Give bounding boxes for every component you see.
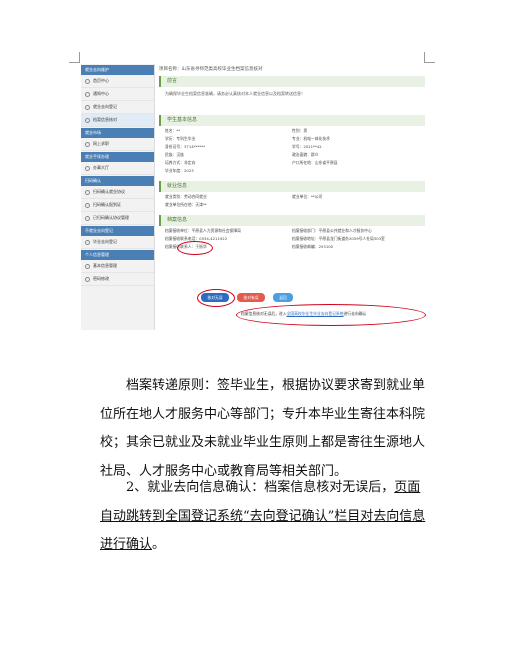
section-header-employment: 就业信息 [159, 181, 425, 192]
sidebar-item[interactable]: 基本信息管理 [81, 260, 154, 273]
info-field: 学历：专科生毕业 [165, 136, 196, 141]
info-field: 就业类别：劳动合同就业 [165, 194, 207, 199]
qr-icon [85, 215, 90, 221]
paragraph-confirmation: 2、就业去向信息确认：档案信息核对无误后，页面自动跳转到全国登记系统“去向登记确… [100, 474, 430, 560]
error-button[interactable]: 核对有误 [237, 293, 265, 302]
info-field: 就业单位：**公司 [292, 194, 323, 199]
sidebar-item[interactable]: 首页中心 [81, 75, 154, 88]
info-field: 性别：男 [292, 128, 308, 133]
sidebar-item-label: 办事大厅 [93, 165, 109, 170]
sidebar-item-label: 已扫码确认协议管理 [93, 215, 129, 220]
sidebar: 就业去向维护 首页中心 通知中心 就业去向登记 档案信息核对 就业市场 网上求职… [81, 64, 155, 330]
sidebar-item-label: 档案信息核对 [93, 117, 117, 122]
sidebar-item[interactable]: 就业去向登记 [81, 101, 154, 114]
preface-text: 为确保毕业生档案信息准确，请务必认真核对本人就业信息以及档案转送信息！ [165, 91, 305, 96]
sidebar-item[interactable]: 毕业去向登记 [81, 236, 154, 249]
sidebar-section-title: 个人信息管理 [81, 250, 154, 260]
job-icon [85, 141, 90, 147]
back-button[interactable]: 返回 [273, 293, 293, 302]
lock-icon [85, 276, 90, 282]
home-icon [85, 78, 90, 84]
sidebar-item[interactable]: 已扫码确认协议管理 [81, 212, 154, 225]
info-field: 毕业年度：2023 [165, 168, 194, 173]
qr-icon [85, 202, 90, 208]
sidebar-item-label: 网上求职 [93, 141, 109, 146]
annotation-circle [177, 241, 213, 255]
sidebar-section-title: 就业手续办理 [81, 152, 154, 162]
sidebar-section-title: 就业去向维护 [81, 65, 154, 75]
info-field: 档案接收邮编：253100 [292, 244, 334, 249]
annotation-circle [197, 289, 235, 307]
sidebar-item-label: 首页中心 [93, 78, 109, 83]
register-icon [85, 239, 90, 245]
sidebar-item-label: 扫码确认就业协议 [93, 189, 125, 194]
annotation-circle [236, 304, 426, 326]
sidebar-item-label: 就业去向登记 [93, 104, 117, 109]
page-corner-mark [69, 52, 80, 63]
info-field: 户口所在地：山东省平原县 [292, 160, 338, 165]
info-field: 学号：2021**42 [292, 144, 322, 149]
sidebar-item[interactable]: 通知中心 [81, 88, 154, 101]
check-icon [85, 117, 90, 123]
sidebar-item[interactable]: 办事大厅 [81, 162, 154, 175]
sidebar-item[interactable]: 扫码确认就业协议 [81, 186, 154, 199]
sidebar-item[interactable]: 扫码确认报到证 [81, 199, 154, 212]
edit-icon [85, 104, 90, 110]
employment-info-grid: 就业类别：劳动合同就业 就业单位：**公司 就业单位所在地：天津** [159, 192, 425, 209]
paragraph-archive-rules: 档案转递原则：签毕业生，根据协议要求寄到就业单位所在地人才服务中心等部门；专升本… [100, 378, 426, 479]
info-field [292, 202, 419, 207]
section-header-preface: 前言 [159, 76, 425, 87]
embedded-screenshot: 就业去向维护 首页中心 通知中心 就业去向登记 档案信息核对 就业市场 网上求职… [81, 64, 428, 330]
paragraph-text: 。 [152, 537, 166, 552]
sidebar-item-label: 通知中心 [93, 91, 109, 96]
info-field: 档案接收单位：平原县人力资源和社会保障局 [165, 228, 241, 233]
info-field: 就业单位所在地：天津** [165, 202, 207, 207]
section-header-archive: 档案信息 [159, 215, 425, 226]
info-field: 姓名：** [165, 128, 181, 133]
info-field: 培养方式：非定向 [165, 160, 196, 165]
sidebar-item-label: 毕业去向登记 [93, 239, 117, 244]
bell-icon [85, 91, 90, 97]
sidebar-item-label: 扫码确认报到证 [93, 202, 121, 207]
info-field: 档案接收部门：平原县公共就业和人才服务中心 [292, 228, 372, 233]
sidebar-item[interactable]: 密码修改 [81, 273, 154, 286]
main-panel: 项目名称：山东省寻师范类高校毕业生档案信息核对 前言 为确保毕业生档案信息准确，… [159, 64, 425, 330]
info-field: 档案接收地址：平原县龙门街道办2059号人社局303室 [292, 236, 385, 241]
project-name: 项目名称：山东省寻师范类高校毕业生档案信息核对 [159, 67, 263, 72]
sidebar-item-label: 密码修改 [93, 276, 109, 281]
info-field: 专业：机电一体化技术 [292, 136, 330, 141]
sidebar-section-title: 扫码确认 [81, 176, 154, 186]
sidebar-section-title: 不就业去向登记 [81, 226, 154, 236]
user-icon [85, 263, 90, 269]
sidebar-item-active[interactable]: 档案信息核对 [81, 114, 154, 127]
info-field: 政治面貌：群众 [292, 152, 319, 157]
info-field: 身份证号：3714****** [165, 144, 206, 149]
qr-icon [85, 189, 90, 195]
sidebar-item-label: 基本信息管理 [93, 263, 117, 268]
page-corner-mark [424, 52, 435, 63]
office-icon [85, 165, 90, 171]
sidebar-item[interactable]: 网上求职 [81, 138, 154, 151]
info-field: 民族：汉族 [165, 152, 184, 157]
section-header-basic: 学生基本信息 [159, 115, 425, 126]
basic-info-grid: 姓名：** 性别：男 学历：专科生毕业 专业：机电一体化技术 身份证号：3714… [159, 126, 425, 175]
info-field: 档案接收联系电话：0534-4211922 [165, 236, 228, 241]
info-field [292, 168, 419, 173]
sidebar-section-title: 就业市场 [81, 128, 154, 138]
paragraph-text: 2、就业去向信息确认：档案信息核对无误后， [126, 480, 395, 495]
